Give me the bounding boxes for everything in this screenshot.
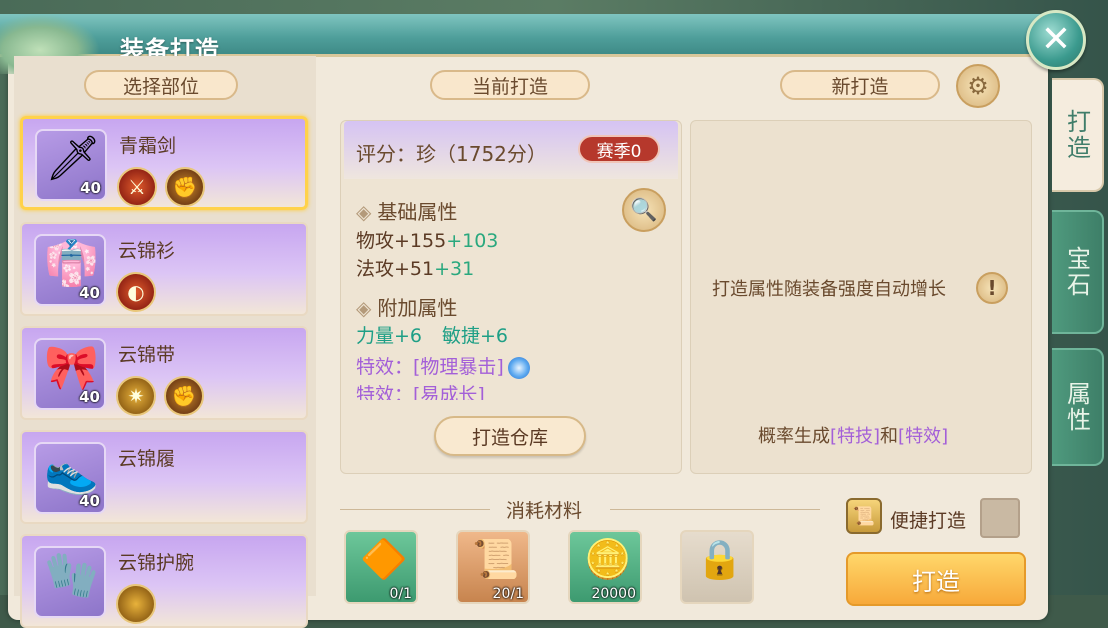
quick-forge-checkbox[interactable] bbox=[980, 498, 1020, 538]
item-name: 云锦履 bbox=[118, 448, 176, 470]
tab-gem[interactable]: 宝石 bbox=[1052, 210, 1104, 334]
stat-bonus: +31 bbox=[434, 258, 475, 280]
exclamation-icon: ! bbox=[987, 276, 997, 300]
stat-strength: 力量+6 bbox=[356, 325, 423, 347]
extra-attr-label: 附加属性 bbox=[377, 296, 458, 320]
material-slot-forge-stone[interactable]: 🔶 0/1 bbox=[344, 530, 418, 604]
current-forge-header: 当前打造 bbox=[430, 70, 590, 100]
effect-line-2: 特效：[易成长] bbox=[356, 384, 485, 400]
item-level: 40 bbox=[79, 284, 100, 302]
material-count: 20000 bbox=[591, 586, 636, 602]
material-count: 20/1 bbox=[492, 586, 524, 602]
skill-icon[interactable] bbox=[116, 584, 156, 624]
quick-forge-icon: 📜 bbox=[846, 498, 882, 534]
fist-skill-icon[interactable]: ✊ bbox=[165, 167, 205, 207]
quick-forge-label: 便捷打造 bbox=[890, 510, 967, 532]
burst-skill-icon[interactable]: ✷ bbox=[116, 376, 156, 416]
fist-skill-icon[interactable]: ✊ bbox=[164, 376, 204, 416]
new-forge-header: 新打造 bbox=[780, 70, 940, 100]
prob-prefix: 概率生成 bbox=[758, 426, 830, 447]
forge-warehouse-button[interactable]: 打造仓库 bbox=[434, 416, 586, 456]
gear-icon: ⚙ bbox=[967, 72, 989, 100]
part-item-robe[interactable]: 👘 40 云锦衫 ◐ bbox=[20, 222, 308, 316]
forge-button[interactable]: 打造 bbox=[846, 552, 1026, 606]
prob-effect: [特效] bbox=[898, 426, 949, 447]
effect-line-1[interactable]: 特效：[物理暴击] bbox=[356, 352, 530, 379]
item-name: 云锦带 bbox=[118, 344, 176, 366]
extra-attr-title: ◈ 附加属性 bbox=[356, 292, 457, 321]
item-level: 40 bbox=[79, 492, 100, 510]
season-badge: 赛季0 bbox=[578, 135, 660, 163]
stat-agility: 敏捷+6 bbox=[442, 325, 509, 347]
probability-note: 概率生成[特技]和[特效] bbox=[758, 422, 948, 448]
material-slot-coin[interactable]: 🪙 20000 bbox=[568, 530, 642, 604]
item-name: 青霜剑 bbox=[119, 135, 177, 157]
effect-clip: 特效：[易成长] bbox=[344, 380, 674, 400]
material-slot-locked[interactable]: 🔒 bbox=[680, 530, 754, 604]
item-level: 40 bbox=[79, 388, 100, 406]
part-item-bracer[interactable]: 🧤 云锦护腕 bbox=[20, 534, 308, 628]
close-button[interactable]: ✕ bbox=[1026, 10, 1086, 70]
coin-icon: 🪙 bbox=[584, 537, 632, 581]
base-attr-title: ◈ 基础属性 bbox=[356, 196, 457, 225]
equipment-score: 评分：珍（1752分） bbox=[356, 142, 547, 166]
select-part-header: 选择部位 bbox=[84, 70, 238, 100]
settings-button[interactable]: ⚙ bbox=[956, 64, 1000, 108]
diamond-icon: ◈ bbox=[356, 296, 372, 320]
bracer-glyph: 🧤 bbox=[44, 550, 99, 601]
divider bbox=[340, 509, 490, 510]
belt-icon: 🎀 40 bbox=[34, 338, 106, 410]
tab-attributes[interactable]: 属性 bbox=[1052, 348, 1104, 466]
stat-magic-attack: 法攻+51+31 bbox=[356, 254, 474, 281]
tab-forge[interactable]: 打造 bbox=[1052, 78, 1104, 192]
item-level: 40 bbox=[80, 179, 101, 197]
info-button[interactable]: ! bbox=[976, 272, 1008, 304]
materials-title: 消耗材料 bbox=[506, 500, 583, 522]
shoes-glyph: 👟 bbox=[44, 446, 99, 497]
magnifier-button[interactable]: 🔍 bbox=[622, 188, 666, 232]
flame-skill-icon[interactable]: ◐ bbox=[116, 272, 156, 312]
material-slot-scroll[interactable]: 📜 20/1 bbox=[456, 530, 530, 604]
robe-glyph: 👘 bbox=[44, 238, 99, 289]
stat-bonus: +103 bbox=[446, 230, 499, 252]
base-attr-label: 基础属性 bbox=[377, 200, 458, 224]
divider bbox=[610, 509, 820, 510]
prob-and: 和 bbox=[880, 426, 899, 447]
stat-value: 法攻+51 bbox=[356, 258, 435, 280]
sword-glyph: 🗡 bbox=[45, 133, 101, 184]
part-item-belt[interactable]: 🎀 40 云锦带 ✷ ✊ bbox=[20, 326, 308, 420]
stat-value: 物攻+155 bbox=[356, 230, 447, 252]
belt-glyph: 🎀 bbox=[44, 342, 99, 393]
bracer-icon: 🧤 bbox=[34, 546, 106, 618]
lock-icon: 🔒 bbox=[696, 537, 744, 581]
shoes-icon: 👟 40 bbox=[34, 442, 106, 514]
item-name: 云锦护腕 bbox=[118, 552, 195, 574]
robe-icon: 👘 40 bbox=[34, 234, 106, 306]
scroll-icon: 📜 bbox=[472, 537, 520, 581]
material-count: 0/1 bbox=[389, 586, 412, 602]
auto-grow-hint: 打造属性随装备强度自动增长 bbox=[712, 279, 946, 300]
sword-skill-icon[interactable]: ⚔ bbox=[117, 167, 157, 207]
forge-stone-icon: 🔶 bbox=[360, 537, 408, 581]
part-item-shoes[interactable]: 👟 40 云锦履 bbox=[20, 430, 308, 524]
diamond-icon: ◈ bbox=[356, 200, 372, 224]
search-icon: 🔍 bbox=[630, 197, 658, 223]
stat-phys-attack: 物攻+155+103 bbox=[356, 226, 498, 253]
close-icon: ✕ bbox=[1040, 19, 1072, 60]
swirl-icon bbox=[507, 356, 530, 379]
sword-icon: 🗡 40 bbox=[35, 129, 107, 201]
item-name: 云锦衫 bbox=[118, 240, 176, 262]
prob-skill: [特技] bbox=[830, 426, 881, 447]
part-item-sword[interactable]: 🗡 40 青霜剑 ⚔ ✊ bbox=[20, 116, 308, 210]
effect-text: 特效：[物理暴击] bbox=[356, 356, 504, 378]
title-bar: 装备打造 bbox=[0, 14, 1070, 74]
